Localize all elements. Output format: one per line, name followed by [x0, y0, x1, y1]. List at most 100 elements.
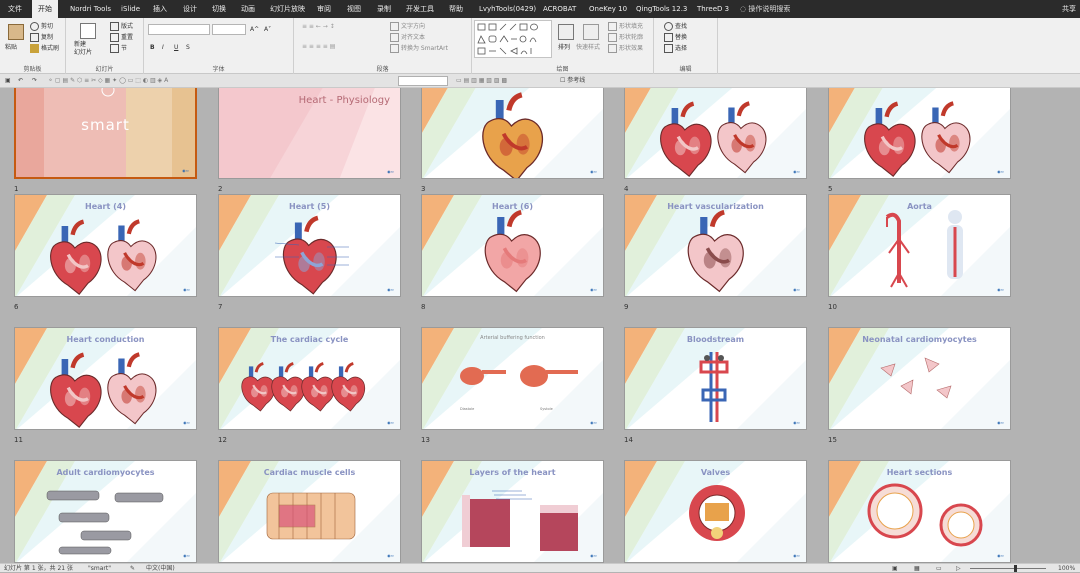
paste-button[interactable]: 粘贴 [5, 43, 17, 52]
tab-12[interactable]: 开发工具 [406, 0, 434, 18]
drawing-group-label: 绘图 [556, 66, 569, 73]
paste-icon[interactable] [8, 24, 24, 40]
qat-tools-icons[interactable]: ⚬ ▢ ▤ ✎ ⬡ ≡ ✂ ◇ ▦ ✦ ◯ ▭ ⬚ ◐ ▥ ◈ A [48, 74, 168, 88]
format-painter-label: 格式刷 [41, 45, 60, 52]
increase-font-button[interactable]: A^ [250, 25, 259, 34]
redo-icon[interactable]: ↷ [32, 74, 37, 88]
tab-15[interactable]: ACROBAT [543, 0, 576, 18]
save-icon[interactable]: ▣ [5, 74, 11, 88]
shape-effects-button[interactable]: 形状效果 [608, 44, 643, 53]
slide-thumbnail-3[interactable]: ◉≈ [421, 88, 604, 179]
section-button[interactable]: 节 [110, 44, 127, 53]
slide-thumbnail-14[interactable]: Bloodstream ◉≈ [624, 327, 807, 430]
alignment-buttons[interactable]: ≡ ≡ ≡ ≡ ▤ [302, 42, 335, 51]
reference-line-checkbox[interactable]: ☐ 参考线 [560, 74, 585, 88]
tab-16[interactable]: OneKey 10 [589, 0, 627, 18]
slide-title: Heart sections [886, 468, 953, 477]
cut-button[interactable]: 剪切 [30, 22, 53, 31]
bullets-button[interactable]: ≡ ≡ ← → ↕ [302, 22, 335, 31]
slide-thumbnail-9[interactable]: Heart vascularization ◉≈ [624, 194, 807, 297]
shadow-button[interactable]: S [186, 43, 190, 52]
slide-title: smart [81, 116, 130, 134]
undo-icon[interactable]: ↶ [18, 74, 23, 88]
tab-7[interactable]: 动画 [241, 0, 255, 18]
select-button[interactable]: 选择 [664, 44, 687, 53]
shape-outline-button[interactable]: 形状轮廓 [608, 33, 643, 42]
tab-13[interactable]: 帮助 [449, 0, 463, 18]
slide-thumbnail-1[interactable]: smart ◉≈ [14, 88, 197, 179]
reset-button[interactable]: 重置 [110, 33, 133, 42]
slide-thumbnail-13[interactable]: Diastole Systole Arterial buffering functi… [421, 327, 604, 430]
tab-10[interactable]: 视图 [347, 0, 361, 18]
qat-font-combo[interactable] [398, 76, 448, 86]
tab-5[interactable]: 设计 [183, 0, 197, 18]
slide-thumbnail-4[interactable]: ◉≈ [624, 88, 807, 179]
slide-thumbnail-6[interactable]: Heart (4) ◉≈ [14, 194, 197, 297]
tab-1[interactable]: 开始 [32, 0, 58, 18]
slide-thumbnail-19[interactable]: Valves ◉≈ [624, 460, 807, 563]
share-button[interactable]: 共享 [1062, 0, 1076, 18]
slide-thumbnail-16[interactable]: Adult cardiomyocytes ◉≈ [14, 460, 197, 563]
font-name-combo[interactable] [148, 24, 210, 35]
new-slide-button[interactable]: 新建 幻灯片 [74, 41, 92, 57]
tab-0[interactable]: 文件 [8, 0, 22, 18]
tab-6[interactable]: 切换 [212, 0, 226, 18]
slide-thumbnail-7[interactable]: Heart (5) ◉≈ [218, 194, 401, 297]
slide-thumbnail-10[interactable]: Aorta ◉≈ [828, 194, 1011, 297]
slide-title: The cardiac cycle [270, 335, 349, 344]
tab-4[interactable]: 插入 [153, 0, 167, 18]
italic-button[interactable]: I [162, 43, 164, 52]
editing-group: 查找 替换 选择 编辑 [654, 18, 718, 74]
underline-button[interactable]: U [174, 43, 178, 52]
tab-17[interactable]: QingTools 12.3 [636, 0, 687, 18]
slide-sorter[interactable]: smart ◉≈ 1 Heart - Physiology ◉≈ 2 ◉≈ 3 ◉≈ 4 [0, 88, 1080, 563]
slide-logo-icon: ◉≈ [997, 553, 1004, 558]
shape-fill-button[interactable]: 形状填充 [608, 22, 643, 31]
slide-thumbnail-12[interactable]: The cardiac cycle ◉≈ [218, 327, 401, 430]
format-painter-button[interactable]: 格式刷 [30, 44, 59, 53]
quick-styles-icon[interactable] [583, 24, 599, 40]
tell-me-search[interactable]: ◌ 操作说明搜索 [740, 0, 790, 18]
slide-thumbnail-18[interactable]: Layers of the heart ◉≈ [421, 460, 604, 563]
layout-button[interactable]: 版式 [110, 22, 133, 31]
smartart-button[interactable]: 转换为 SmartArt [390, 44, 448, 53]
new-slide-icon[interactable] [80, 23, 96, 39]
arrange-button[interactable]: 排列 [558, 43, 570, 52]
slide-thumbnail-20[interactable]: Heart sections ◉≈ [828, 460, 1011, 563]
zoom-thumb[interactable] [1014, 565, 1017, 572]
tab-3[interactable]: iSlide [121, 0, 140, 18]
slide-thumbnail-5[interactable]: ◉≈ [828, 88, 1011, 179]
slide-thumbnail-8[interactable]: Heart (6) ◉≈ [421, 194, 604, 297]
slide-title: Cardiac muscle cells [263, 468, 356, 477]
copy-button[interactable]: 复制 [30, 33, 53, 42]
zoom-slider[interactable] [970, 565, 1046, 572]
slide-title: Heart - Physiology [298, 95, 390, 106]
quick-styles-button[interactable]: 快速样式 [576, 43, 600, 52]
qat-more-icons[interactable]: ▭ ▤ ▥ ▦ ▧ ▨ ▩ [456, 74, 507, 88]
slide-thumbnail-15[interactable]: Neonatal cardiomyocytes ◉≈ [828, 327, 1011, 430]
layout-icon [110, 22, 119, 31]
slide-thumbnail-2[interactable]: Heart - Physiology ◉≈ [218, 88, 401, 179]
slide-thumbnail-11[interactable]: Heart conduction ◉≈ [14, 327, 197, 430]
search-icon [664, 22, 673, 31]
tab-9[interactable]: 审阅 [317, 0, 331, 18]
tab-11[interactable]: 录制 [377, 0, 391, 18]
tab-2[interactable]: Nordri Tools [70, 0, 111, 18]
slide-logo-icon: ◉≈ [590, 420, 597, 425]
shapes-gallery[interactable] [474, 20, 552, 58]
cut-label: 剪切 [41, 23, 54, 30]
slide-thumbnail-17[interactable]: Cardiac muscle cells ◉≈ [218, 460, 401, 563]
tab-14[interactable]: LvyhTools(0429) [479, 0, 536, 18]
slide-logo-icon: ◉≈ [997, 169, 1004, 174]
find-button[interactable]: 查找 [664, 22, 687, 31]
font-size-combo[interactable] [212, 24, 246, 35]
align-text-button[interactable]: 对齐文本 [390, 33, 425, 42]
decrease-font-button[interactable]: A˅ [264, 25, 271, 34]
tab-8[interactable]: 幻灯片放映 [270, 0, 305, 18]
tell-me-label: 操作说明搜索 [748, 5, 791, 13]
bold-button[interactable]: B [150, 43, 155, 52]
text-direction-button[interactable]: 文字方向 [390, 22, 425, 31]
arrange-icon[interactable] [558, 24, 574, 40]
tab-18[interactable]: ThreeD 3 [697, 0, 729, 18]
replace-button[interactable]: 替换 [664, 33, 687, 42]
